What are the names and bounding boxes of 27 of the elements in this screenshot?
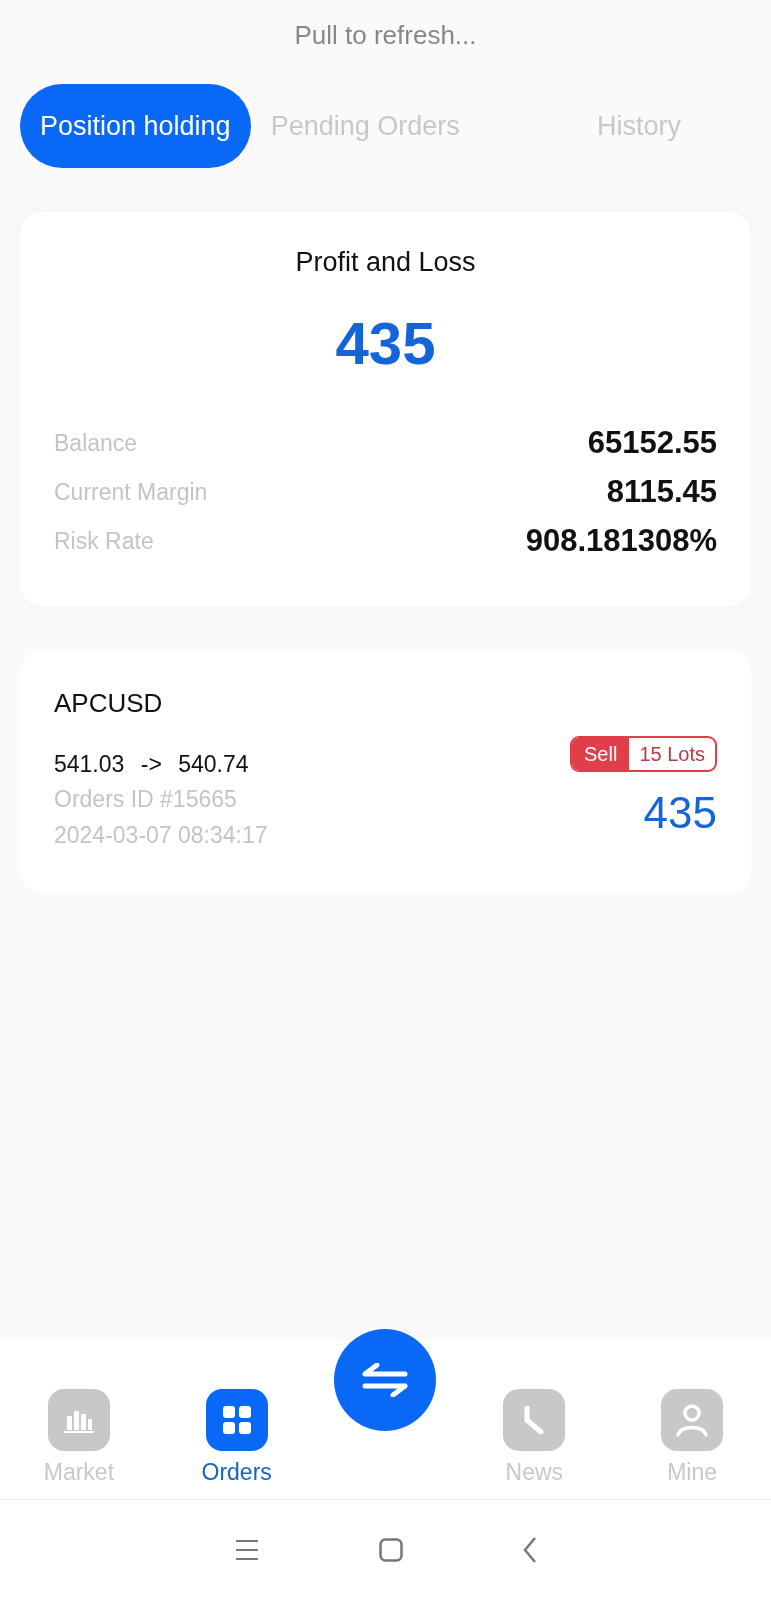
refresh-hint: Pull to refresh... [293,19,478,52]
order-id: Orders ID #15665 [54,785,238,814]
stat-label: Current Margin [54,477,208,507]
swap-arrows-icon [361,1363,410,1397]
stat-value: 65152.55 [587,423,717,462]
lots-tag: 15 Lots [629,737,715,770]
card-title: Profit and Loss [294,246,477,279]
stat-value: 8115.45 [606,472,717,511]
side-tag: Sell [572,737,630,770]
order-time: 2024-03-07 08:34:17 [54,821,268,850]
nav-label[interactable]: Orders [201,1454,272,1489]
profit-value: 435 [334,308,437,379]
home-icon[interactable] [378,1538,403,1562]
price-change: 541.03 -> 540.74 [54,749,250,779]
back-icon[interactable] [522,1537,537,1563]
stat-value: 908.181308% [525,521,717,560]
person-icon [674,1401,711,1438]
clock-hand-icon [523,1405,546,1434]
menu-icon[interactable] [234,1539,259,1561]
stat-label: Balance [54,428,138,458]
order-profit: 435 [642,786,717,839]
tab[interactable]: Position holding [20,84,251,168]
nav-icon-button[interactable] [205,1388,268,1451]
order-card[interactable]: APCUSD 541.03 -> 540.74 Orders ID #15665 2024-03-07 08:34:17 Sell 15 Lots 435 [20,649,751,893]
grid-icon [221,1404,252,1435]
symbol-label: APCUSD [54,686,164,720]
stat-label: Risk Rate [54,526,154,556]
